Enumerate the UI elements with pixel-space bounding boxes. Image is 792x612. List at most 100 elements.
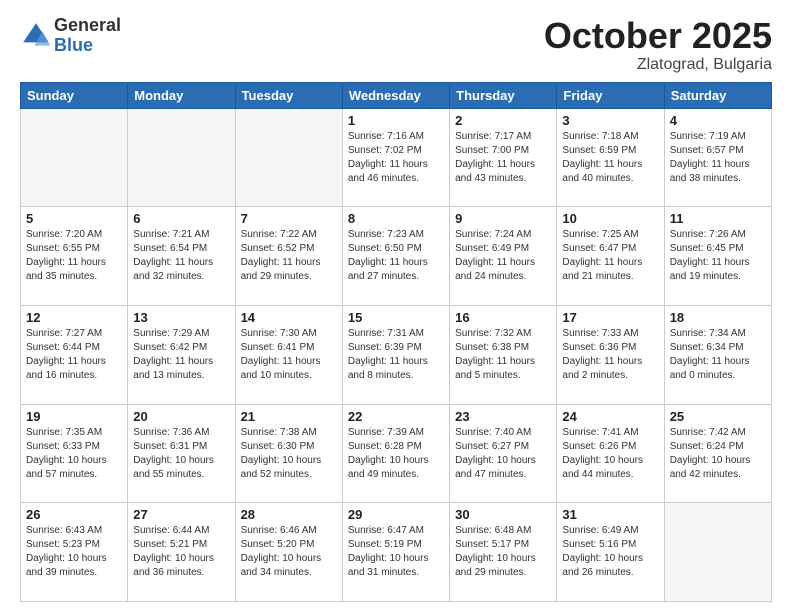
week-row: 1Sunrise: 7:16 AM Sunset: 7:02 PM Daylig… (21, 108, 772, 207)
calendar-header: SundayMondayTuesdayWednesdayThursdayFrid… (21, 82, 772, 108)
day-info: Sunrise: 7:32 AM Sunset: 6:38 PM Dayligh… (455, 327, 551, 383)
col-header-monday: Monday (128, 82, 235, 108)
col-header-thursday: Thursday (450, 82, 557, 108)
day-info: Sunrise: 6:44 AM Sunset: 5:21 PM Dayligh… (133, 524, 229, 580)
day-cell: 12 Sunrise: 7:27 AM Sunset: 6:44 PM Dayli… (21, 305, 128, 404)
day-info: Sunrise: 7:22 AM Sunset: 6:52 PM Dayligh… (241, 228, 337, 284)
calendar-body: 1Sunrise: 7:16 AM Sunset: 7:02 PM Daylig… (21, 108, 772, 601)
day-info: Sunrise: 7:31 AM Sunset: 6:39 PM Dayligh… (348, 327, 444, 383)
day-cell: 17 Sunrise: 7:33 AM Sunset: 6:36 PM Dayli… (557, 305, 664, 404)
day-number: 5 (26, 211, 122, 226)
day-cell: 29Sunrise: 6:47 AM Sunset: 5:19 PM Dayli… (342, 503, 449, 602)
day-cell: 16Sunrise: 7:32 AM Sunset: 6:38 PM Dayli… (450, 305, 557, 404)
day-number: 8 (348, 211, 444, 226)
day-info: Sunrise: 7:20 AM Sunset: 6:55 PM Dayligh… (26, 228, 122, 284)
day-cell: 31Sunrise: 6:49 AM Sunset: 5:16 PM Dayli… (557, 503, 664, 602)
day-info: Sunrise: 7:34 AM Sunset: 6:34 PM Dayligh… (670, 327, 766, 383)
day-number: 9 (455, 211, 551, 226)
day-number: 20 (133, 409, 229, 424)
day-number: 3 (562, 113, 658, 128)
page: General Blue October 2025 Zlatograd, Bul… (0, 0, 792, 612)
day-cell: 30 Sunrise: 6:48 AM Sunset: 5:17 PM Dayli… (450, 503, 557, 602)
day-cell (235, 108, 342, 207)
day-cell: 4Sunrise: 7:19 AM Sunset: 6:57 PM Daylig… (664, 108, 771, 207)
day-info: Sunrise: 7:16 AM Sunset: 7:02 PM Dayligh… (348, 130, 444, 186)
day-info: Sunrise: 6:48 AM Sunset: 5:17 PM Dayligh… (455, 524, 551, 580)
day-number: 17 (562, 310, 658, 325)
day-number: 14 (241, 310, 337, 325)
logo-general: General (54, 16, 121, 36)
day-cell: 7 Sunrise: 7:22 AM Sunset: 6:52 PM Daylig… (235, 207, 342, 306)
day-info: Sunrise: 6:43 AM Sunset: 5:23 PM Dayligh… (26, 524, 122, 580)
day-info: Sunrise: 7:42 AM Sunset: 6:24 PM Dayligh… (670, 426, 766, 482)
day-cell: 23 Sunrise: 7:40 AM Sunset: 6:27 PM Dayli… (450, 404, 557, 503)
day-cell: 19 Sunrise: 7:35 AM Sunset: 6:33 PM Dayli… (21, 404, 128, 503)
month-title: October 2025 (544, 16, 772, 56)
day-info: Sunrise: 6:47 AM Sunset: 5:19 PM Dayligh… (348, 524, 444, 580)
day-info: Sunrise: 7:23 AM Sunset: 6:50 PM Dayligh… (348, 228, 444, 284)
day-info: Sunrise: 7:18 AM Sunset: 6:59 PM Dayligh… (562, 130, 658, 186)
week-row: 12 Sunrise: 7:27 AM Sunset: 6:44 PM Dayli… (21, 305, 772, 404)
day-cell: 21Sunrise: 7:38 AM Sunset: 6:30 PM Dayli… (235, 404, 342, 503)
day-number: 27 (133, 507, 229, 522)
day-cell: 3 Sunrise: 7:18 AM Sunset: 6:59 PM Daylig… (557, 108, 664, 207)
day-info: Sunrise: 7:24 AM Sunset: 6:49 PM Dayligh… (455, 228, 551, 284)
day-number: 12 (26, 310, 122, 325)
logo-text: General Blue (54, 16, 121, 56)
day-cell: 5 Sunrise: 7:20 AM Sunset: 6:55 PM Daylig… (21, 207, 128, 306)
day-cell: 1Sunrise: 7:16 AM Sunset: 7:02 PM Daylig… (342, 108, 449, 207)
day-cell: 11Sunrise: 7:26 AM Sunset: 6:45 PM Dayli… (664, 207, 771, 306)
day-cell: 13Sunrise: 7:29 AM Sunset: 6:42 PM Dayli… (128, 305, 235, 404)
day-info: Sunrise: 7:36 AM Sunset: 6:31 PM Dayligh… (133, 426, 229, 482)
day-cell (21, 108, 128, 207)
day-number: 24 (562, 409, 658, 424)
day-info: Sunrise: 7:30 AM Sunset: 6:41 PM Dayligh… (241, 327, 337, 383)
day-info: Sunrise: 7:39 AM Sunset: 6:28 PM Dayligh… (348, 426, 444, 482)
day-info: Sunrise: 7:26 AM Sunset: 6:45 PM Dayligh… (670, 228, 766, 284)
col-header-wednesday: Wednesday (342, 82, 449, 108)
day-info: Sunrise: 7:29 AM Sunset: 6:42 PM Dayligh… (133, 327, 229, 383)
day-cell (128, 108, 235, 207)
day-info: Sunrise: 7:27 AM Sunset: 6:44 PM Dayligh… (26, 327, 122, 383)
day-cell: 15 Sunrise: 7:31 AM Sunset: 6:39 PM Dayli… (342, 305, 449, 404)
col-header-saturday: Saturday (664, 82, 771, 108)
day-cell: 2Sunrise: 7:17 AM Sunset: 7:00 PM Daylig… (450, 108, 557, 207)
day-number: 4 (670, 113, 766, 128)
day-number: 25 (670, 409, 766, 424)
day-info: Sunrise: 7:35 AM Sunset: 6:33 PM Dayligh… (26, 426, 122, 482)
day-number: 7 (241, 211, 337, 226)
logo: General Blue (20, 16, 121, 56)
day-cell: 9 Sunrise: 7:24 AM Sunset: 6:49 PM Daylig… (450, 207, 557, 306)
day-number: 19 (26, 409, 122, 424)
day-info: Sunrise: 7:40 AM Sunset: 6:27 PM Dayligh… (455, 426, 551, 482)
day-cell: 26Sunrise: 6:43 AM Sunset: 5:23 PM Dayli… (21, 503, 128, 602)
day-cell: 6 Sunrise: 7:21 AM Sunset: 6:54 PM Daylig… (128, 207, 235, 306)
col-header-friday: Friday (557, 82, 664, 108)
day-cell: 18 Sunrise: 7:34 AM Sunset: 6:34 PM Dayli… (664, 305, 771, 404)
day-info: Sunrise: 7:21 AM Sunset: 6:54 PM Dayligh… (133, 228, 229, 284)
day-number: 30 (455, 507, 551, 522)
calendar-table: SundayMondayTuesdayWednesdayThursdayFrid… (20, 82, 772, 602)
col-header-sunday: Sunday (21, 82, 128, 108)
day-cell: 25 Sunrise: 7:42 AM Sunset: 6:24 PM Dayli… (664, 404, 771, 503)
day-number: 18 (670, 310, 766, 325)
day-info: Sunrise: 7:17 AM Sunset: 7:00 PM Dayligh… (455, 130, 551, 186)
header-row: SundayMondayTuesdayWednesdayThursdayFrid… (21, 82, 772, 108)
day-info: Sunrise: 7:33 AM Sunset: 6:36 PM Dayligh… (562, 327, 658, 383)
day-number: 10 (562, 211, 658, 226)
day-info: Sunrise: 6:49 AM Sunset: 5:16 PM Dayligh… (562, 524, 658, 580)
day-number: 23 (455, 409, 551, 424)
day-number: 15 (348, 310, 444, 325)
day-cell: 14 Sunrise: 7:30 AM Sunset: 6:41 PM Dayli… (235, 305, 342, 404)
day-number: 6 (133, 211, 229, 226)
location: Zlatograd, Bulgaria (544, 56, 772, 74)
week-row: 19 Sunrise: 7:35 AM Sunset: 6:33 PM Dayli… (21, 404, 772, 503)
week-row: 5 Sunrise: 7:20 AM Sunset: 6:55 PM Daylig… (21, 207, 772, 306)
day-cell: 27 Sunrise: 6:44 AM Sunset: 5:21 PM Dayli… (128, 503, 235, 602)
logo-icon (20, 20, 52, 52)
day-number: 28 (241, 507, 337, 522)
week-row: 26Sunrise: 6:43 AM Sunset: 5:23 PM Dayli… (21, 503, 772, 602)
day-cell: 10 Sunrise: 7:25 AM Sunset: 6:47 PM Dayli… (557, 207, 664, 306)
day-info: Sunrise: 7:25 AM Sunset: 6:47 PM Dayligh… (562, 228, 658, 284)
day-cell: 20 Sunrise: 7:36 AM Sunset: 6:31 PM Dayli… (128, 404, 235, 503)
